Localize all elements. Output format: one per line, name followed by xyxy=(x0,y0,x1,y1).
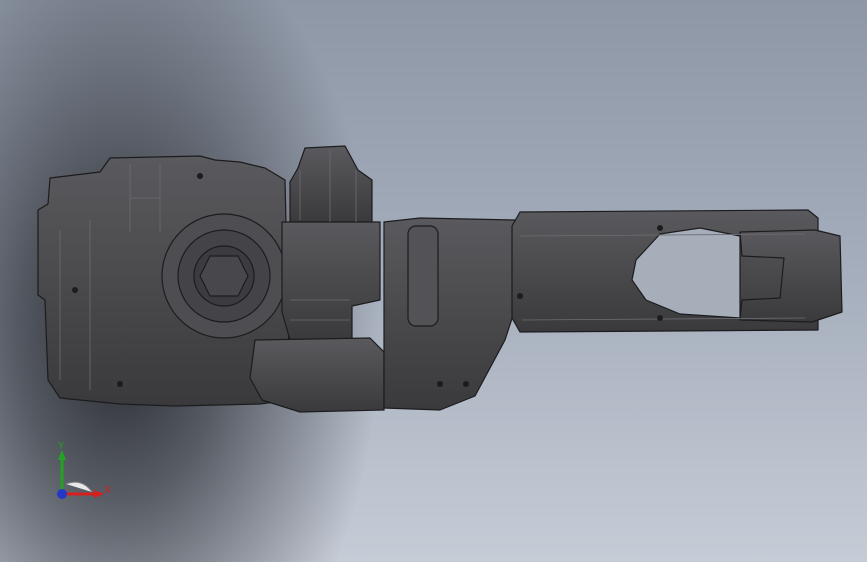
forearm xyxy=(383,217,519,411)
coordinate-triad: X Y xyxy=(48,438,118,510)
z-axis-dot xyxy=(57,489,67,499)
robot-arm-model[interactable] xyxy=(0,0,867,562)
top-turret xyxy=(289,145,373,223)
x-axis-label: X xyxy=(104,485,111,496)
graphics-viewport[interactable]: X Y xyxy=(0,0,867,562)
y-axis-label: Y xyxy=(58,441,65,452)
middle-link xyxy=(281,221,381,341)
lower-cylinder xyxy=(249,337,385,413)
